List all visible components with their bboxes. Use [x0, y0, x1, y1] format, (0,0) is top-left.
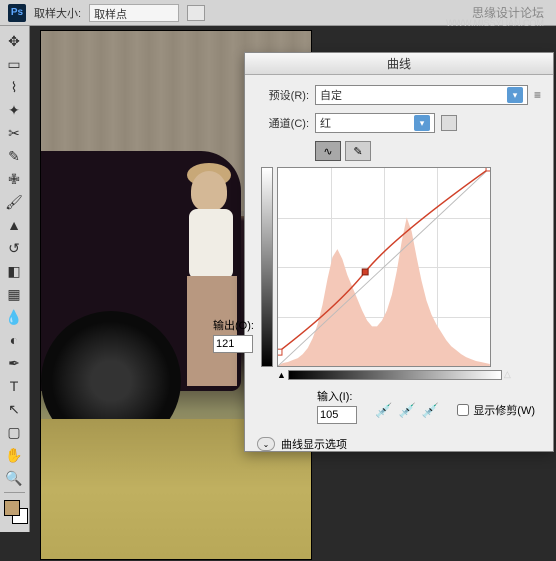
color-swatches[interactable]: [2, 500, 27, 528]
white-eyedropper-icon[interactable]: 💉: [422, 402, 439, 419]
lasso-tool[interactable]: ⌇: [2, 76, 26, 98]
curve-point-mode[interactable]: ∿: [315, 141, 341, 161]
pen-tool[interactable]: ✒: [2, 352, 26, 374]
sample-size-value: 取样点: [94, 9, 127, 21]
show-clipping-input[interactable]: [457, 404, 469, 416]
black-point-slider[interactable]: ▲: [277, 370, 286, 380]
chevron-down-icon: ▾: [507, 87, 523, 103]
canvas-image-person: [171, 171, 251, 451]
preset-value: 自定: [320, 87, 342, 103]
show-clipping-checkbox[interactable]: 显示修剪(W): [457, 402, 535, 418]
curve-draw-mode[interactable]: ✎: [345, 141, 371, 161]
shape-tool[interactable]: ▢: [2, 421, 26, 443]
white-point-slider[interactable]: △: [504, 369, 511, 380]
show-clipping-label: 显示修剪(W): [473, 402, 535, 418]
sample-size-label: 取样大小:: [34, 5, 81, 21]
type-tool[interactable]: T: [2, 375, 26, 397]
history-brush-tool[interactable]: ↺: [2, 237, 26, 259]
heal-tool[interactable]: ✙: [2, 168, 26, 190]
path-tool[interactable]: ↖: [2, 398, 26, 420]
gray-eyedropper-icon[interactable]: 💉: [398, 402, 415, 419]
expand-options-button[interactable]: ⌄: [257, 437, 275, 451]
move-tool[interactable]: ✥: [2, 30, 26, 52]
eyedropper-tool[interactable]: ✎: [2, 145, 26, 167]
options-button[interactable]: [187, 5, 205, 21]
sample-size-dropdown[interactable]: 取样点: [89, 4, 179, 22]
dodge-tool[interactable]: ◐: [2, 329, 26, 351]
channel-label: 通道(C):: [257, 115, 309, 131]
preset-dropdown[interactable]: 自定 ▾: [315, 85, 528, 105]
zoom-tool[interactable]: 🔍: [2, 467, 26, 489]
output-label: 输出(O):: [213, 320, 254, 332]
curves-dialog[interactable]: 曲线 预设(R): 自定 ▾ ≡ 通道(C): 红 ▾ ∿ ✎: [244, 52, 554, 452]
input-label: 输入(I):: [317, 388, 357, 404]
preset-label: 预设(R):: [257, 87, 309, 103]
crop-tool[interactable]: ✂: [2, 122, 26, 144]
input-input[interactable]: [317, 406, 357, 424]
auto-button[interactable]: [441, 115, 457, 131]
foreground-color[interactable]: [4, 500, 20, 516]
blur-tool[interactable]: 💧: [2, 306, 26, 328]
toolbox: ✥ ▭ ⌇ ✦ ✂ ✎ ✙ 🖌 ▲ ↺ ◧ ▦ 💧 ◐ ✒ T ↖ ▢ ✋ 🔍: [0, 26, 30, 532]
channel-value: 红: [320, 115, 331, 131]
gradient-tool[interactable]: ▦: [2, 283, 26, 305]
workspace: ✥ ▭ ⌇ ✦ ✂ ✎ ✙ 🖌 ▲ ↺ ◧ ▦ 💧 ◐ ✒ T ↖ ▢ ✋ 🔍: [0, 26, 556, 561]
channel-dropdown[interactable]: 红 ▾: [315, 113, 435, 133]
curves-title: 曲线: [245, 53, 553, 75]
brush-tool[interactable]: 🖌: [2, 191, 26, 213]
expand-options-label: 曲线显示选项: [281, 436, 347, 452]
watermark-url: WWW.MISSYUAN.COM: [446, 18, 544, 28]
curve-lines: [278, 168, 490, 366]
chevron-down-icon: ▾: [414, 115, 430, 131]
curve-graph[interactable]: [277, 167, 491, 367]
output-gradient: [261, 167, 273, 367]
marquee-tool[interactable]: ▭: [2, 53, 26, 75]
hand-tool[interactable]: ✋: [2, 444, 26, 466]
input-gradient: [288, 370, 502, 380]
black-eyedropper-icon[interactable]: 💉: [375, 402, 392, 419]
output-input[interactable]: [213, 335, 253, 353]
ps-logo: Ps: [8, 4, 26, 22]
preset-menu-icon[interactable]: ≡: [534, 88, 541, 102]
eraser-tool[interactable]: ◧: [2, 260, 26, 282]
stamp-tool[interactable]: ▲: [2, 214, 26, 236]
wand-tool[interactable]: ✦: [2, 99, 26, 121]
